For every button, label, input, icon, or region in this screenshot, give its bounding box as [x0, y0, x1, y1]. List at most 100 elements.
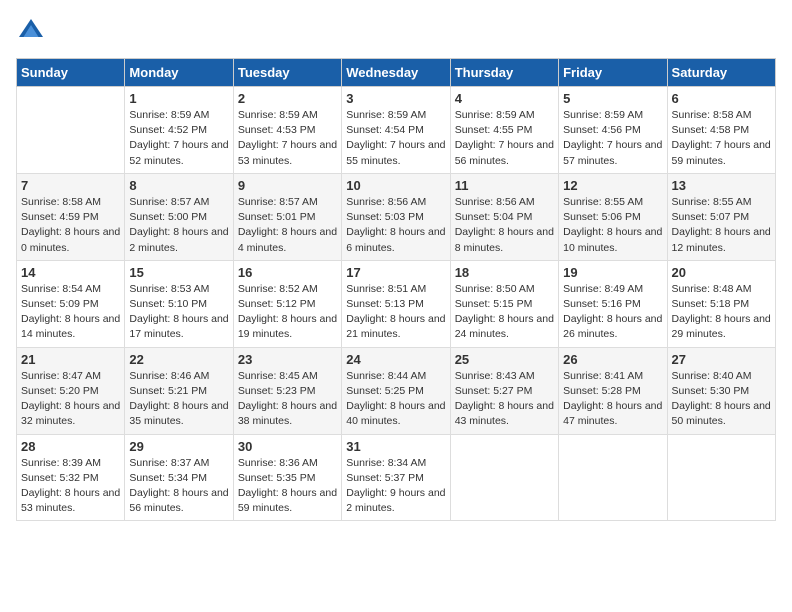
- calendar-day-header: Monday: [125, 59, 233, 87]
- day-number: 30: [238, 439, 337, 454]
- day-info: Sunrise: 8:59 AMSunset: 4:54 PMDaylight:…: [346, 108, 445, 169]
- calendar-week-row: 14Sunrise: 8:54 AMSunset: 5:09 PMDayligh…: [17, 260, 776, 347]
- day-info: Sunrise: 8:59 AMSunset: 4:56 PMDaylight:…: [563, 108, 662, 169]
- day-info: Sunrise: 8:48 AMSunset: 5:18 PMDaylight:…: [672, 282, 771, 343]
- day-info: Sunrise: 8:53 AMSunset: 5:10 PMDaylight:…: [129, 282, 228, 343]
- day-number: 13: [672, 178, 771, 193]
- day-info: Sunrise: 8:58 AMSunset: 4:58 PMDaylight:…: [672, 108, 771, 169]
- calendar-cell: 6 Sunrise: 8:58 AMSunset: 4:58 PMDaylight…: [667, 87, 775, 174]
- calendar-cell: [667, 434, 775, 521]
- day-number: 16: [238, 265, 337, 280]
- day-number: 4: [455, 91, 554, 106]
- calendar-header-row: SundayMondayTuesdayWednesdayThursdayFrid…: [17, 59, 776, 87]
- day-number: 8: [129, 178, 228, 193]
- calendar-cell: 5Sunrise: 8:59 AMSunset: 4:56 PMDaylight…: [559, 87, 667, 174]
- day-info: Sunrise: 8:34 AMSunset: 5:37 PMDaylight:…: [346, 456, 445, 517]
- calendar-cell: 17 Sunrise: 8:51 AMSunset: 5:13 PMDayligh…: [342, 260, 450, 347]
- calendar-cell: 30 Sunrise: 8:36 AMSunset: 5:35 PMDayligh…: [233, 434, 341, 521]
- day-info: Sunrise: 8:51 AMSunset: 5:13 PMDaylight:…: [346, 282, 445, 343]
- day-info: Sunrise: 8:49 AMSunset: 5:16 PMDaylight:…: [563, 282, 662, 343]
- day-info: Sunrise: 8:59 AMSunset: 4:53 PMDaylight:…: [238, 108, 337, 169]
- day-number: 12: [563, 178, 662, 193]
- calendar-cell: [17, 87, 125, 174]
- day-number: 9: [238, 178, 337, 193]
- day-number: 31: [346, 439, 445, 454]
- day-info: Sunrise: 8:41 AMSunset: 5:28 PMDaylight:…: [563, 369, 662, 430]
- day-number: 11: [455, 178, 554, 193]
- calendar-cell: [450, 434, 558, 521]
- day-number: 15: [129, 265, 228, 280]
- calendar-cell: 4 Sunrise: 8:59 AMSunset: 4:55 PMDaylight…: [450, 87, 558, 174]
- calendar-cell: 8Sunrise: 8:57 AMSunset: 5:00 PMDaylight…: [125, 173, 233, 260]
- calendar-day-header: Friday: [559, 59, 667, 87]
- day-info: Sunrise: 8:40 AMSunset: 5:30 PMDaylight:…: [672, 369, 771, 430]
- calendar-cell: 25 Sunrise: 8:43 AMSunset: 5:27 PMDayligh…: [450, 347, 558, 434]
- day-info: Sunrise: 8:37 AMSunset: 5:34 PMDaylight:…: [129, 456, 228, 517]
- day-number: 23: [238, 352, 337, 367]
- calendar-cell: 14Sunrise: 8:54 AMSunset: 5:09 PMDayligh…: [17, 260, 125, 347]
- calendar-cell: 31 Sunrise: 8:34 AMSunset: 5:37 PMDayligh…: [342, 434, 450, 521]
- calendar-day-header: Saturday: [667, 59, 775, 87]
- calendar-table: SundayMondayTuesdayWednesdayThursdayFrid…: [16, 58, 776, 521]
- day-number: 18: [455, 265, 554, 280]
- calendar-cell: 2 Sunrise: 8:59 AMSunset: 4:53 PMDaylight…: [233, 87, 341, 174]
- day-number: 27: [672, 352, 771, 367]
- calendar-day-header: Thursday: [450, 59, 558, 87]
- day-number: 2: [238, 91, 337, 106]
- day-number: 14: [21, 265, 120, 280]
- day-info: Sunrise: 8:56 AMSunset: 5:03 PMDaylight:…: [346, 195, 445, 256]
- day-number: 26: [563, 352, 662, 367]
- calendar-week-row: 28 Sunrise: 8:39 AMSunset: 5:32 PMDayligh…: [17, 434, 776, 521]
- day-info: Sunrise: 8:59 AMSunset: 4:55 PMDaylight:…: [455, 108, 554, 169]
- page-header: [16, 16, 776, 46]
- day-info: Sunrise: 8:58 AMSunset: 4:59 PMDaylight:…: [21, 195, 120, 256]
- day-number: 25: [455, 352, 554, 367]
- day-number: 21: [21, 352, 120, 367]
- day-number: 29: [129, 439, 228, 454]
- calendar-cell: 22 Sunrise: 8:46 AMSunset: 5:21 PMDayligh…: [125, 347, 233, 434]
- day-number: 22: [129, 352, 228, 367]
- day-info: Sunrise: 8:44 AMSunset: 5:25 PMDaylight:…: [346, 369, 445, 430]
- day-number: 7: [21, 178, 120, 193]
- calendar-cell: 27 Sunrise: 8:40 AMSunset: 5:30 PMDayligh…: [667, 347, 775, 434]
- calendar-cell: 11Sunrise: 8:56 AMSunset: 5:04 PMDayligh…: [450, 173, 558, 260]
- calendar-day-header: Wednesday: [342, 59, 450, 87]
- calendar-cell: 3 Sunrise: 8:59 AMSunset: 4:54 PMDaylight…: [342, 87, 450, 174]
- day-number: 3: [346, 91, 445, 106]
- calendar-cell: 10Sunrise: 8:56 AMSunset: 5:03 PMDayligh…: [342, 173, 450, 260]
- day-info: Sunrise: 8:46 AMSunset: 5:21 PMDaylight:…: [129, 369, 228, 430]
- day-number: 28: [21, 439, 120, 454]
- day-number: 1: [129, 91, 228, 106]
- day-info: Sunrise: 8:52 AMSunset: 5:12 PMDaylight:…: [238, 282, 337, 343]
- day-info: Sunrise: 8:45 AMSunset: 5:23 PMDaylight:…: [238, 369, 337, 430]
- calendar-day-header: Tuesday: [233, 59, 341, 87]
- calendar-cell: 1 Sunrise: 8:59 AMSunset: 4:52 PMDaylight…: [125, 87, 233, 174]
- calendar-cell: 21 Sunrise: 8:47 AMSunset: 5:20 PMDayligh…: [17, 347, 125, 434]
- day-number: 17: [346, 265, 445, 280]
- calendar-cell: 29 Sunrise: 8:37 AMSunset: 5:34 PMDayligh…: [125, 434, 233, 521]
- calendar-cell: 20 Sunrise: 8:48 AMSunset: 5:18 PMDayligh…: [667, 260, 775, 347]
- logo: [16, 16, 50, 46]
- calendar-week-row: 21 Sunrise: 8:47 AMSunset: 5:20 PMDayligh…: [17, 347, 776, 434]
- day-info: Sunrise: 8:39 AMSunset: 5:32 PMDaylight:…: [21, 456, 120, 517]
- day-info: Sunrise: 8:50 AMSunset: 5:15 PMDaylight:…: [455, 282, 554, 343]
- calendar-week-row: 7 Sunrise: 8:58 AMSunset: 4:59 PMDaylight…: [17, 173, 776, 260]
- day-info: Sunrise: 8:55 AMSunset: 5:07 PMDaylight:…: [672, 195, 771, 256]
- day-number: 19: [563, 265, 662, 280]
- calendar-cell: [559, 434, 667, 521]
- calendar-week-row: 1 Sunrise: 8:59 AMSunset: 4:52 PMDaylight…: [17, 87, 776, 174]
- day-info: Sunrise: 8:43 AMSunset: 5:27 PMDaylight:…: [455, 369, 554, 430]
- calendar-cell: 28 Sunrise: 8:39 AMSunset: 5:32 PMDayligh…: [17, 434, 125, 521]
- day-number: 6: [672, 91, 771, 106]
- calendar-cell: 26 Sunrise: 8:41 AMSunset: 5:28 PMDayligh…: [559, 347, 667, 434]
- calendar-day-header: Sunday: [17, 59, 125, 87]
- calendar-cell: 15 Sunrise: 8:53 AMSunset: 5:10 PMDayligh…: [125, 260, 233, 347]
- day-number: 20: [672, 265, 771, 280]
- calendar-cell: 12Sunrise: 8:55 AMSunset: 5:06 PMDayligh…: [559, 173, 667, 260]
- day-number: 24: [346, 352, 445, 367]
- logo-icon: [16, 16, 46, 46]
- day-info: Sunrise: 8:36 AMSunset: 5:35 PMDaylight:…: [238, 456, 337, 517]
- calendar-cell: 13 Sunrise: 8:55 AMSunset: 5:07 PMDayligh…: [667, 173, 775, 260]
- day-info: Sunrise: 8:59 AMSunset: 4:52 PMDaylight:…: [129, 108, 228, 169]
- day-info: Sunrise: 8:47 AMSunset: 5:20 PMDaylight:…: [21, 369, 120, 430]
